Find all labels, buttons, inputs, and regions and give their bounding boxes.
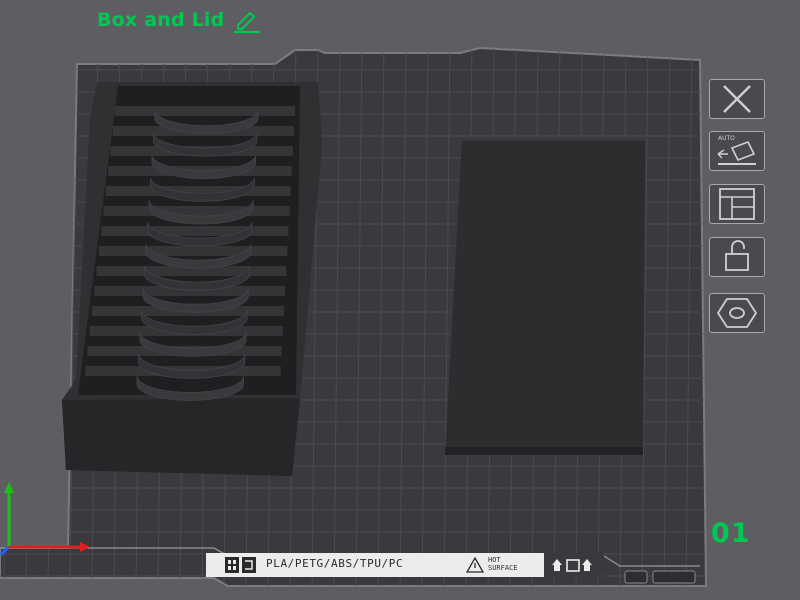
box-model[interactable] <box>62 82 322 476</box>
auto-orient-icon: AUTO <box>717 135 756 165</box>
hex-nut-icon <box>716 298 758 328</box>
unlock-icon <box>725 240 749 271</box>
plate-settings-button[interactable] <box>709 293 765 333</box>
filament-compatibility-label: PLA/PETG/ABS/TPU/PC <box>266 557 404 570</box>
plate-type-icon <box>225 557 256 573</box>
plate-number: 01 <box>711 518 751 549</box>
lid-model[interactable] <box>445 138 645 455</box>
plate-tab-right <box>652 570 696 584</box>
hot-surface-label: HOT SURFACE <box>488 556 518 572</box>
arrange-icon <box>719 188 755 220</box>
bed-label-strip: PLA/PETG/ABS/TPU/PC HOT SURFACE <box>206 553 604 577</box>
bed-direction-icons <box>552 559 592 572</box>
arrange-button[interactable] <box>709 184 765 224</box>
plate-title: Box and Lid <box>97 9 225 31</box>
plate-tab-left <box>624 570 648 584</box>
lock-plate-button[interactable] <box>709 237 765 277</box>
warning-icon <box>466 557 484 573</box>
build-plate-viewport[interactable] <box>0 0 800 600</box>
edit-plate-name-icon[interactable] <box>232 8 262 34</box>
bed-label-icons <box>544 553 604 577</box>
auto-orient-button[interactable]: AUTO <box>709 131 765 171</box>
auto-badge: AUTO <box>718 135 735 142</box>
delete-plate-button[interactable] <box>709 79 765 119</box>
close-icon <box>723 85 751 113</box>
